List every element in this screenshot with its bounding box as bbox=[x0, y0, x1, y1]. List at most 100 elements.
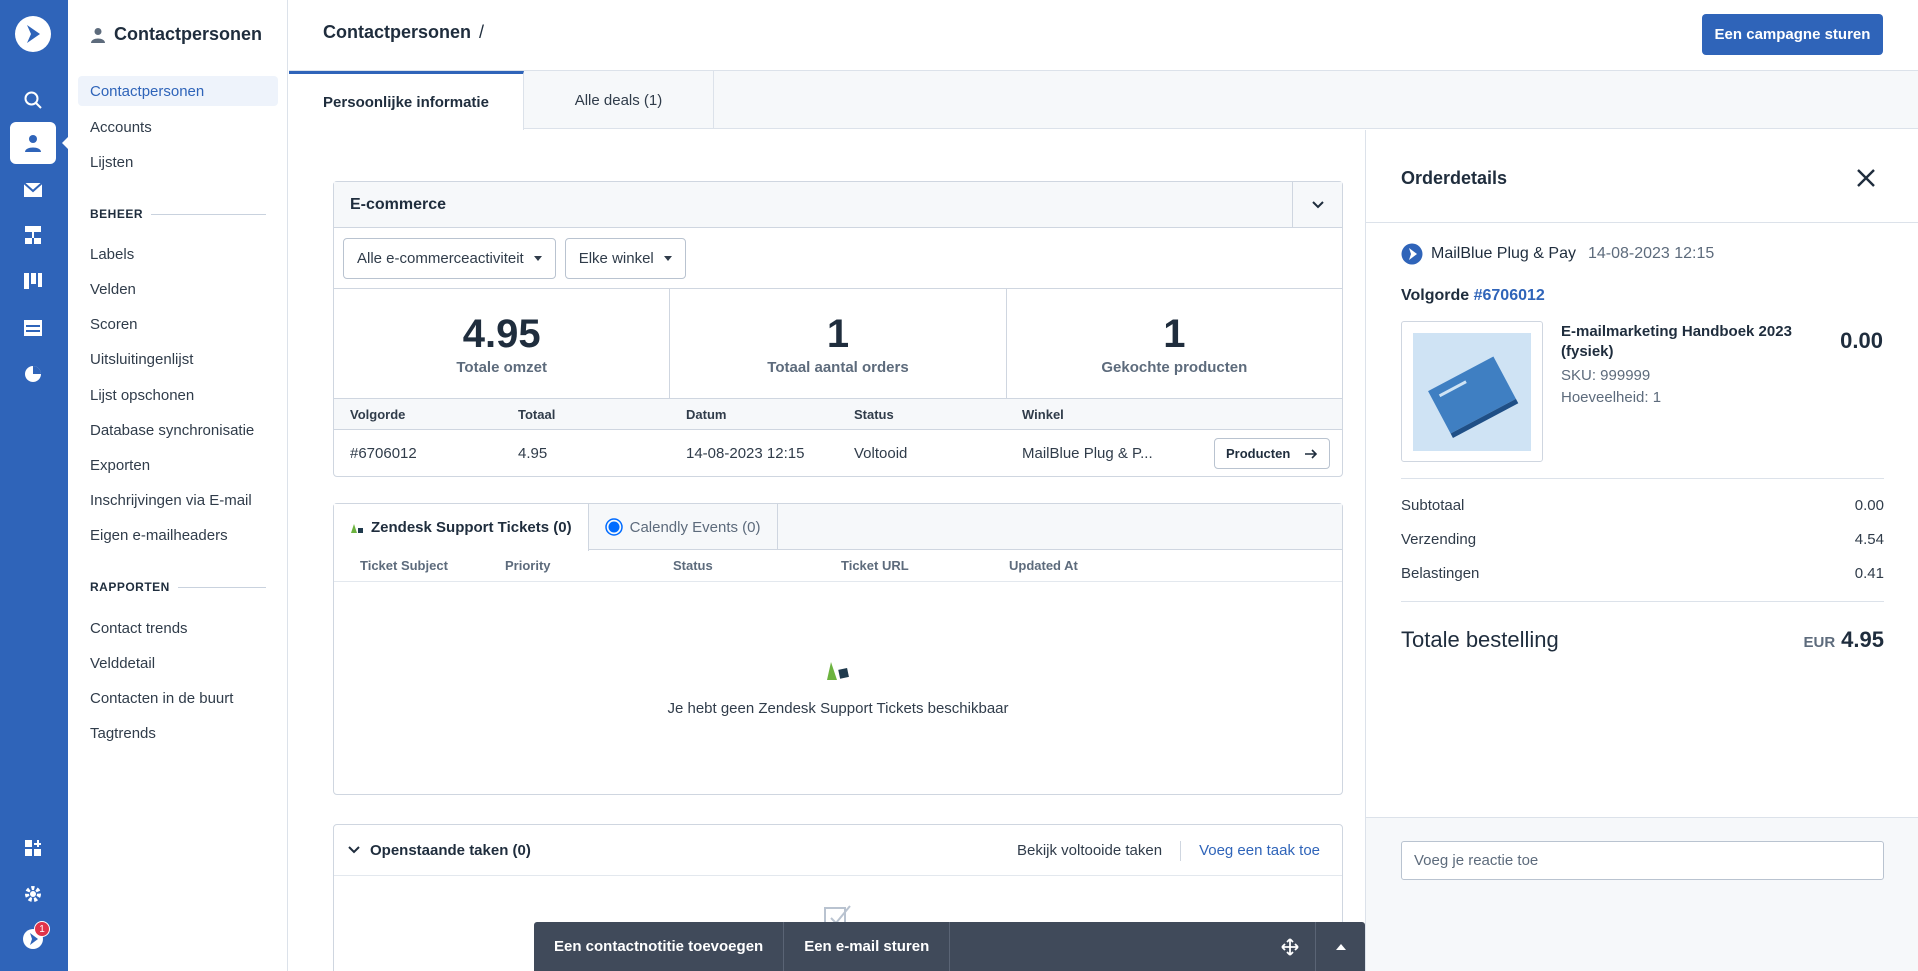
website-icon[interactable] bbox=[10, 307, 56, 349]
subnav-heading-beheer: BEHEER bbox=[90, 207, 266, 221]
move-icon[interactable] bbox=[1270, 922, 1310, 971]
chevron-down-icon[interactable] bbox=[348, 846, 360, 854]
subnav-item-labels[interactable]: Labels bbox=[78, 239, 278, 269]
breadcrumb: Contactpersonen / bbox=[323, 22, 484, 43]
divider bbox=[1401, 601, 1884, 602]
col-header: Ticket Subject bbox=[360, 558, 448, 573]
breadcrumb-contactpersonen[interactable]: Contactpersonen bbox=[323, 22, 471, 42]
tab-persoonlijke-informatie[interactable]: Persoonlijke informatie bbox=[289, 71, 524, 130]
tab-zendesk[interactable]: Zendesk Support Tickets (0) bbox=[334, 504, 589, 551]
close-icon[interactable] bbox=[1854, 166, 1878, 190]
contacts-icon[interactable] bbox=[10, 122, 56, 164]
settings-gear-icon[interactable] bbox=[10, 873, 56, 915]
automation-icon[interactable] bbox=[10, 214, 56, 256]
panel-title: Orderdetails bbox=[1401, 168, 1508, 188]
col-header: Ticket URL bbox=[841, 558, 909, 573]
ecommerce-card: E-commerce Alle e-commerceactiviteit Elk… bbox=[333, 181, 1343, 477]
arrow-right-icon bbox=[1305, 448, 1318, 459]
tax-row: Belastingen 0.41 bbox=[1401, 565, 1884, 582]
order-total-value: 4.95 bbox=[1841, 627, 1884, 652]
send-email-button[interactable]: Een e-mail sturen bbox=[784, 922, 951, 971]
contact-tabs: Persoonlijke informatie Alle deals (1) bbox=[289, 71, 1918, 130]
deals-board-icon[interactable] bbox=[10, 260, 56, 302]
col-header: Winkel bbox=[1022, 406, 1064, 422]
plug-and-pay-logo-icon bbox=[1401, 243, 1423, 265]
app-logo-icon[interactable] bbox=[15, 16, 51, 52]
subnav-item-accounts[interactable]: Accounts bbox=[78, 112, 278, 142]
currency-code: EUR bbox=[1803, 634, 1836, 651]
subnav-item-lijsten[interactable]: Lijsten bbox=[78, 147, 278, 177]
col-header: Status bbox=[673, 558, 713, 573]
products-button[interactable]: Producten bbox=[1214, 438, 1330, 469]
col-header: Updated At bbox=[1009, 558, 1078, 573]
col-header: Status bbox=[854, 406, 894, 422]
product-quantity: Hoeveelheid: 1 bbox=[1561, 389, 1662, 406]
tab-calendly[interactable]: Calendly Events (0) bbox=[589, 504, 778, 550]
zendesk-logo-icon bbox=[827, 661, 849, 680]
order-shop-line: MailBlue Plug & Pay 14-08-2023 12:15 bbox=[1401, 243, 1714, 265]
store-filter-select[interactable]: Elke winkel bbox=[564, 237, 686, 279]
email-icon[interactable] bbox=[10, 169, 56, 211]
apps-icon[interactable] bbox=[10, 827, 56, 869]
tasks-title: Openstaande taken (0) bbox=[370, 841, 531, 859]
collapse-chevron-icon[interactable] bbox=[1292, 182, 1342, 228]
orders-table-header: Volgorde Totaal Datum Status Winkel bbox=[334, 399, 1342, 430]
order-date: 14-08-2023 12:15 bbox=[686, 444, 805, 462]
shipping-row: Verzending 4.54 bbox=[1401, 531, 1884, 548]
col-header: Datum bbox=[686, 406, 727, 422]
add-task-link[interactable]: Voeg een taak toe bbox=[1199, 842, 1320, 859]
order-status: Voltooid bbox=[854, 444, 908, 462]
main-content: E-commerce Alle e-commerceactiviteit Elk… bbox=[289, 130, 1365, 971]
ecommerce-header: E-commerce bbox=[334, 182, 1342, 228]
ecommerce-stats: 4.95 Totale omzet 1 Totaal aantal orders… bbox=[334, 289, 1342, 399]
order-date: 14-08-2023 12:15 bbox=[1587, 245, 1715, 262]
activity-filter-select[interactable]: Alle e-commerceactiviteit bbox=[343, 237, 556, 279]
order-reference: Volgorde #6706012 bbox=[1401, 287, 1545, 304]
order-number-link[interactable]: #6706012 bbox=[1474, 287, 1545, 304]
subnav-item-velddetail[interactable]: Velddetail bbox=[78, 648, 278, 678]
tab-alle-deals[interactable]: Alle deals (1) bbox=[524, 71, 714, 129]
tasks-header: Openstaande taken (0) Bekijk voltooide t… bbox=[334, 825, 1342, 876]
integration-tabs: Zendesk Support Tickets (0) Calendly Eve… bbox=[334, 504, 1342, 551]
subtotal-row: Subtotaal 0.00 bbox=[1401, 497, 1884, 514]
product-price: 0.00 bbox=[1840, 328, 1883, 353]
search-icon[interactable] bbox=[10, 79, 56, 121]
subnav-item-inschrijvingen[interactable]: Inschrijvingen via E-mail bbox=[78, 485, 278, 515]
col-header: Priority bbox=[505, 558, 551, 573]
subnav-item-contactpersonen[interactable]: Contactpersonen bbox=[78, 76, 278, 106]
caret-down-icon bbox=[663, 255, 672, 261]
view-completed-tasks-link[interactable]: Bekijk voltooide taken bbox=[1017, 842, 1162, 859]
page-header: Contactpersonen / Een campagne sturen bbox=[289, 0, 1918, 71]
contacts-subnav: Contactpersonen Contactpersonen Accounts… bbox=[68, 0, 288, 971]
order-total: 4.95 bbox=[518, 444, 548, 462]
stat-total-orders: 1 Totaal aantal orders bbox=[670, 289, 1007, 398]
caret-down-icon bbox=[533, 255, 542, 261]
subnav-item-contact-trends[interactable]: Contact trends bbox=[78, 613, 278, 643]
notification-badge: 1 bbox=[34, 921, 50, 937]
tickets-table-header: Ticket Subject Priority Status Ticket UR… bbox=[334, 550, 1342, 582]
subnav-item-uitsluitingenlijst[interactable]: Uitsluitingenlijst bbox=[78, 344, 278, 374]
subnav-item-lijst-opschonen[interactable]: Lijst opschonen bbox=[78, 380, 278, 410]
contact-action-bar: Een contactnotitie toevoegen Een e-mail … bbox=[534, 922, 1365, 971]
notifications-icon[interactable]: 1 bbox=[10, 918, 56, 960]
send-campaign-button[interactable]: Een campagne sturen bbox=[1702, 14, 1883, 55]
subnav-item-tagtrends[interactable]: Tagtrends bbox=[78, 718, 278, 748]
tasks-actions: Bekijk voltooide taken Voeg een taak toe bbox=[1017, 825, 1320, 876]
breadcrumb-separator: / bbox=[479, 22, 485, 42]
tickets-empty-state: Je hebt geen Zendesk Support Tickets bes… bbox=[334, 582, 1342, 794]
comment-input[interactable] bbox=[1401, 841, 1884, 880]
person-icon bbox=[91, 27, 105, 43]
expand-up-icon[interactable] bbox=[1315, 922, 1365, 971]
subnav-item-exporten[interactable]: Exporten bbox=[78, 450, 278, 480]
product-image bbox=[1401, 321, 1543, 462]
subnav-item-scoren[interactable]: Scoren bbox=[78, 309, 278, 339]
subnav-item-database-synchronisatie[interactable]: Database synchronisatie bbox=[78, 415, 278, 445]
subnav-item-velden[interactable]: Velden bbox=[78, 274, 278, 304]
subnav-item-contacten-in-de-buurt[interactable]: Contacten in de buurt bbox=[78, 683, 278, 713]
subnav-item-eigen-emailheaders[interactable]: Eigen e-mailheaders bbox=[78, 520, 278, 550]
reports-pie-icon[interactable] bbox=[10, 353, 56, 395]
add-contact-note-button[interactable]: Een contactnotitie toevoegen bbox=[534, 922, 785, 971]
table-row[interactable]: #6706012 4.95 14-08-2023 12:15 Voltooid … bbox=[334, 430, 1342, 476]
divider bbox=[1180, 840, 1182, 861]
col-header: Totaal bbox=[518, 406, 556, 422]
